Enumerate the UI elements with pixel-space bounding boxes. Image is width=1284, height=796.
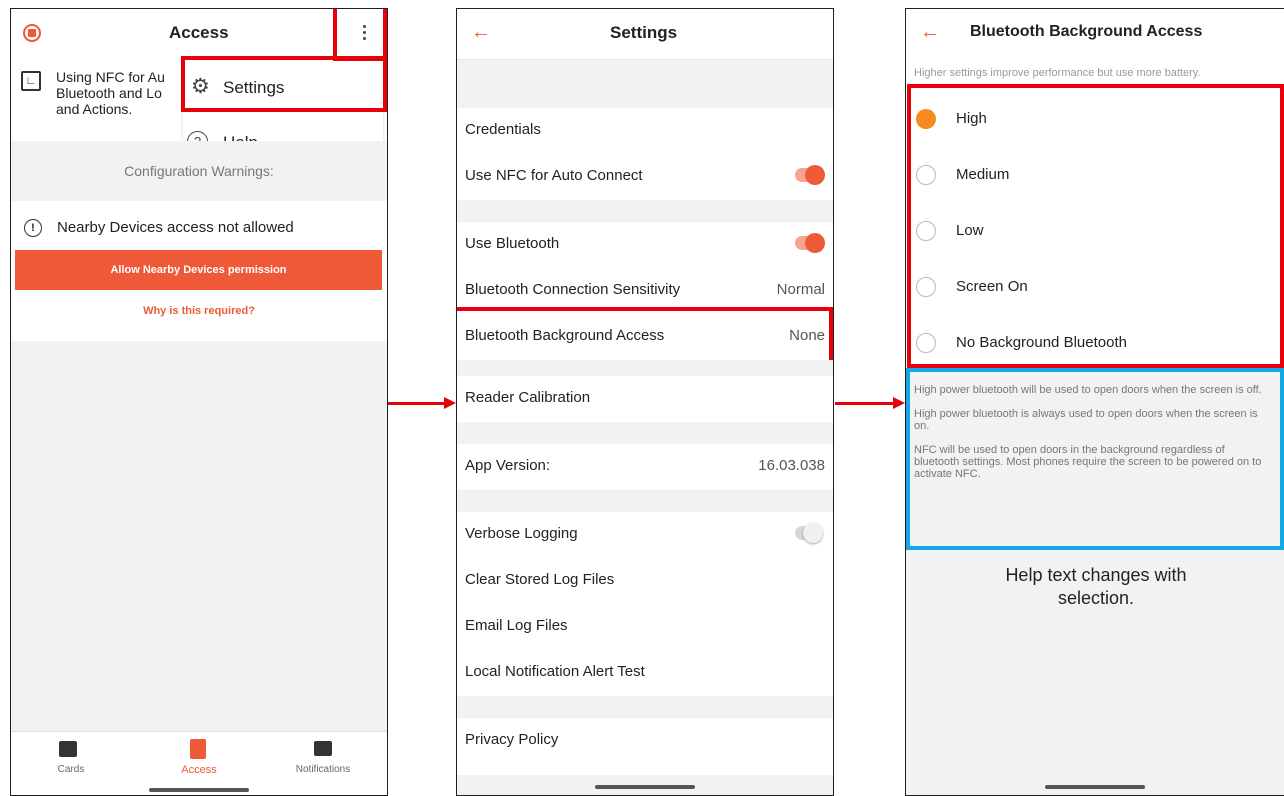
privacy-label: Privacy Policy bbox=[465, 731, 559, 748]
nav-cards-label: Cards bbox=[57, 764, 85, 775]
settings-row-clear-logs[interactable]: Clear Stored Log Files bbox=[457, 558, 833, 605]
help-text-2: High power bluetooth is always used to o… bbox=[914, 408, 1258, 432]
chat-icon bbox=[314, 741, 332, 756]
why-required-link[interactable]: Why is this required? bbox=[11, 305, 387, 317]
nav-notifications-label: Notifications bbox=[295, 764, 351, 775]
settings-row-alert-test[interactable]: Local Notification Alert Test bbox=[457, 650, 833, 697]
settings-row-privacy[interactable]: Privacy Policy bbox=[457, 718, 833, 764]
nav-access[interactable]: Access bbox=[159, 738, 239, 782]
nfc-toggle[interactable] bbox=[795, 165, 825, 185]
settings-row-credentials[interactable]: Credentials bbox=[457, 108, 833, 155]
verbose-toggle[interactable] bbox=[795, 523, 823, 543]
help-text-3: NFC will be used to open doors in the ba… bbox=[914, 444, 1262, 480]
page-title: Settings bbox=[610, 23, 678, 42]
app-bar: Access bbox=[11, 9, 387, 59]
config-warnings-label: Configuration Warnings: bbox=[124, 163, 274, 179]
settings-row-nfc[interactable]: Use NFC for Auto Connect bbox=[457, 154, 833, 201]
back-arrow-icon[interactable]: ← bbox=[920, 21, 940, 44]
back-arrow-icon[interactable]: ← bbox=[471, 21, 491, 44]
nav-access-label: Access bbox=[181, 764, 217, 776]
flow-arrow-1 bbox=[388, 402, 446, 405]
app-version-value: 16.03.038 bbox=[758, 457, 825, 474]
use-nfc-label: Use NFC for Auto Connect bbox=[465, 167, 643, 184]
help-panel: High power bluetooth will be used to ope… bbox=[906, 368, 1284, 550]
app-version-label: App Version: bbox=[465, 457, 551, 474]
empty-area bbox=[11, 341, 387, 731]
app-bar: ← Bluetooth Background Access bbox=[906, 9, 1284, 59]
nfc-line-2: Bluetooth and Lo bbox=[56, 85, 162, 101]
flow-arrowhead-1 bbox=[444, 397, 456, 409]
settings-row-version: App Version: 16.03.038 bbox=[457, 444, 833, 491]
settings-screen: ← Settings Credentials Use NFC for Auto … bbox=[456, 8, 834, 796]
sensitivity-label: Bluetooth Connection Sensitivity bbox=[465, 281, 681, 298]
app-bar: ← Settings bbox=[457, 9, 833, 60]
nfc-line-3: and Actions. bbox=[56, 101, 133, 117]
settings-row-calibration[interactable]: Reader Calibration bbox=[457, 376, 833, 423]
highlight-options bbox=[907, 84, 1284, 368]
spacer bbox=[457, 200, 833, 222]
nav-notifications[interactable]: Notifications bbox=[283, 738, 363, 782]
settings-row-email-logs[interactable]: Email Log Files bbox=[457, 604, 833, 651]
door-icon bbox=[190, 739, 206, 759]
page-title: Bluetooth Background Access bbox=[970, 23, 1203, 40]
bluetooth-toggle[interactable] bbox=[795, 233, 825, 253]
alert-test-label: Local Notification Alert Test bbox=[465, 663, 645, 680]
bottom-nav: Cards Access Notifications bbox=[11, 731, 387, 795]
home-indicator[interactable] bbox=[149, 788, 249, 792]
spacer bbox=[457, 696, 833, 718]
highlight-overflow bbox=[333, 9, 387, 61]
warning-text: Nearby Devices access not allowed bbox=[57, 219, 294, 236]
warnings-section: Configuration Warnings: bbox=[11, 141, 387, 201]
home-indicator[interactable] bbox=[595, 785, 695, 789]
email-logs-label: Email Log Files bbox=[465, 617, 568, 634]
cards-icon bbox=[59, 741, 77, 757]
highlight-settings-menu bbox=[181, 56, 387, 112]
use-bluetooth-label: Use Bluetooth bbox=[465, 235, 560, 252]
page-title: Access bbox=[169, 23, 229, 42]
access-screen: Access ∟ Using NFC for Au Bluetooth and … bbox=[10, 8, 388, 796]
spacer bbox=[457, 60, 833, 108]
home-indicator[interactable] bbox=[1045, 785, 1145, 789]
verbose-logging-label: Verbose Logging bbox=[465, 525, 578, 542]
allow-permission-button[interactable]: Allow Nearby Devices permission bbox=[15, 250, 382, 290]
credentials-label: Credentials bbox=[465, 121, 541, 138]
allow-permission-label: Allow Nearby Devices permission bbox=[110, 264, 287, 276]
settings-row-verbose[interactable]: Verbose Logging bbox=[457, 512, 833, 559]
background-access-screen: ← Bluetooth Background Access Higher set… bbox=[905, 8, 1284, 796]
flow-arrowhead-2 bbox=[893, 397, 905, 409]
clear-logs-label: Clear Stored Log Files bbox=[465, 571, 615, 588]
spacer bbox=[457, 422, 833, 444]
nfc-line-1: Using NFC for Au bbox=[56, 69, 165, 85]
sensitivity-value: Normal bbox=[776, 281, 825, 298]
calibration-label: Reader Calibration bbox=[465, 389, 591, 406]
spacer bbox=[457, 360, 833, 376]
nfc-icon: ∟ bbox=[21, 71, 41, 91]
highlight-background-access bbox=[457, 307, 833, 365]
nav-cards[interactable]: Cards bbox=[31, 738, 111, 782]
warning-icon: ! bbox=[24, 219, 42, 237]
warning-row: ! Nearby Devices access not allowed Allo… bbox=[11, 201, 387, 341]
flow-arrow-2 bbox=[835, 402, 895, 405]
caption: Help text changes with selection. bbox=[1005, 565, 1187, 608]
spacer bbox=[457, 490, 833, 512]
settings-row-bluetooth[interactable]: Use Bluetooth bbox=[457, 222, 833, 269]
subtitle: Higher settings improve performance but … bbox=[914, 67, 1201, 79]
stop-icon[interactable] bbox=[23, 24, 41, 42]
help-text-1: High power bluetooth will be used to ope… bbox=[914, 384, 1262, 396]
